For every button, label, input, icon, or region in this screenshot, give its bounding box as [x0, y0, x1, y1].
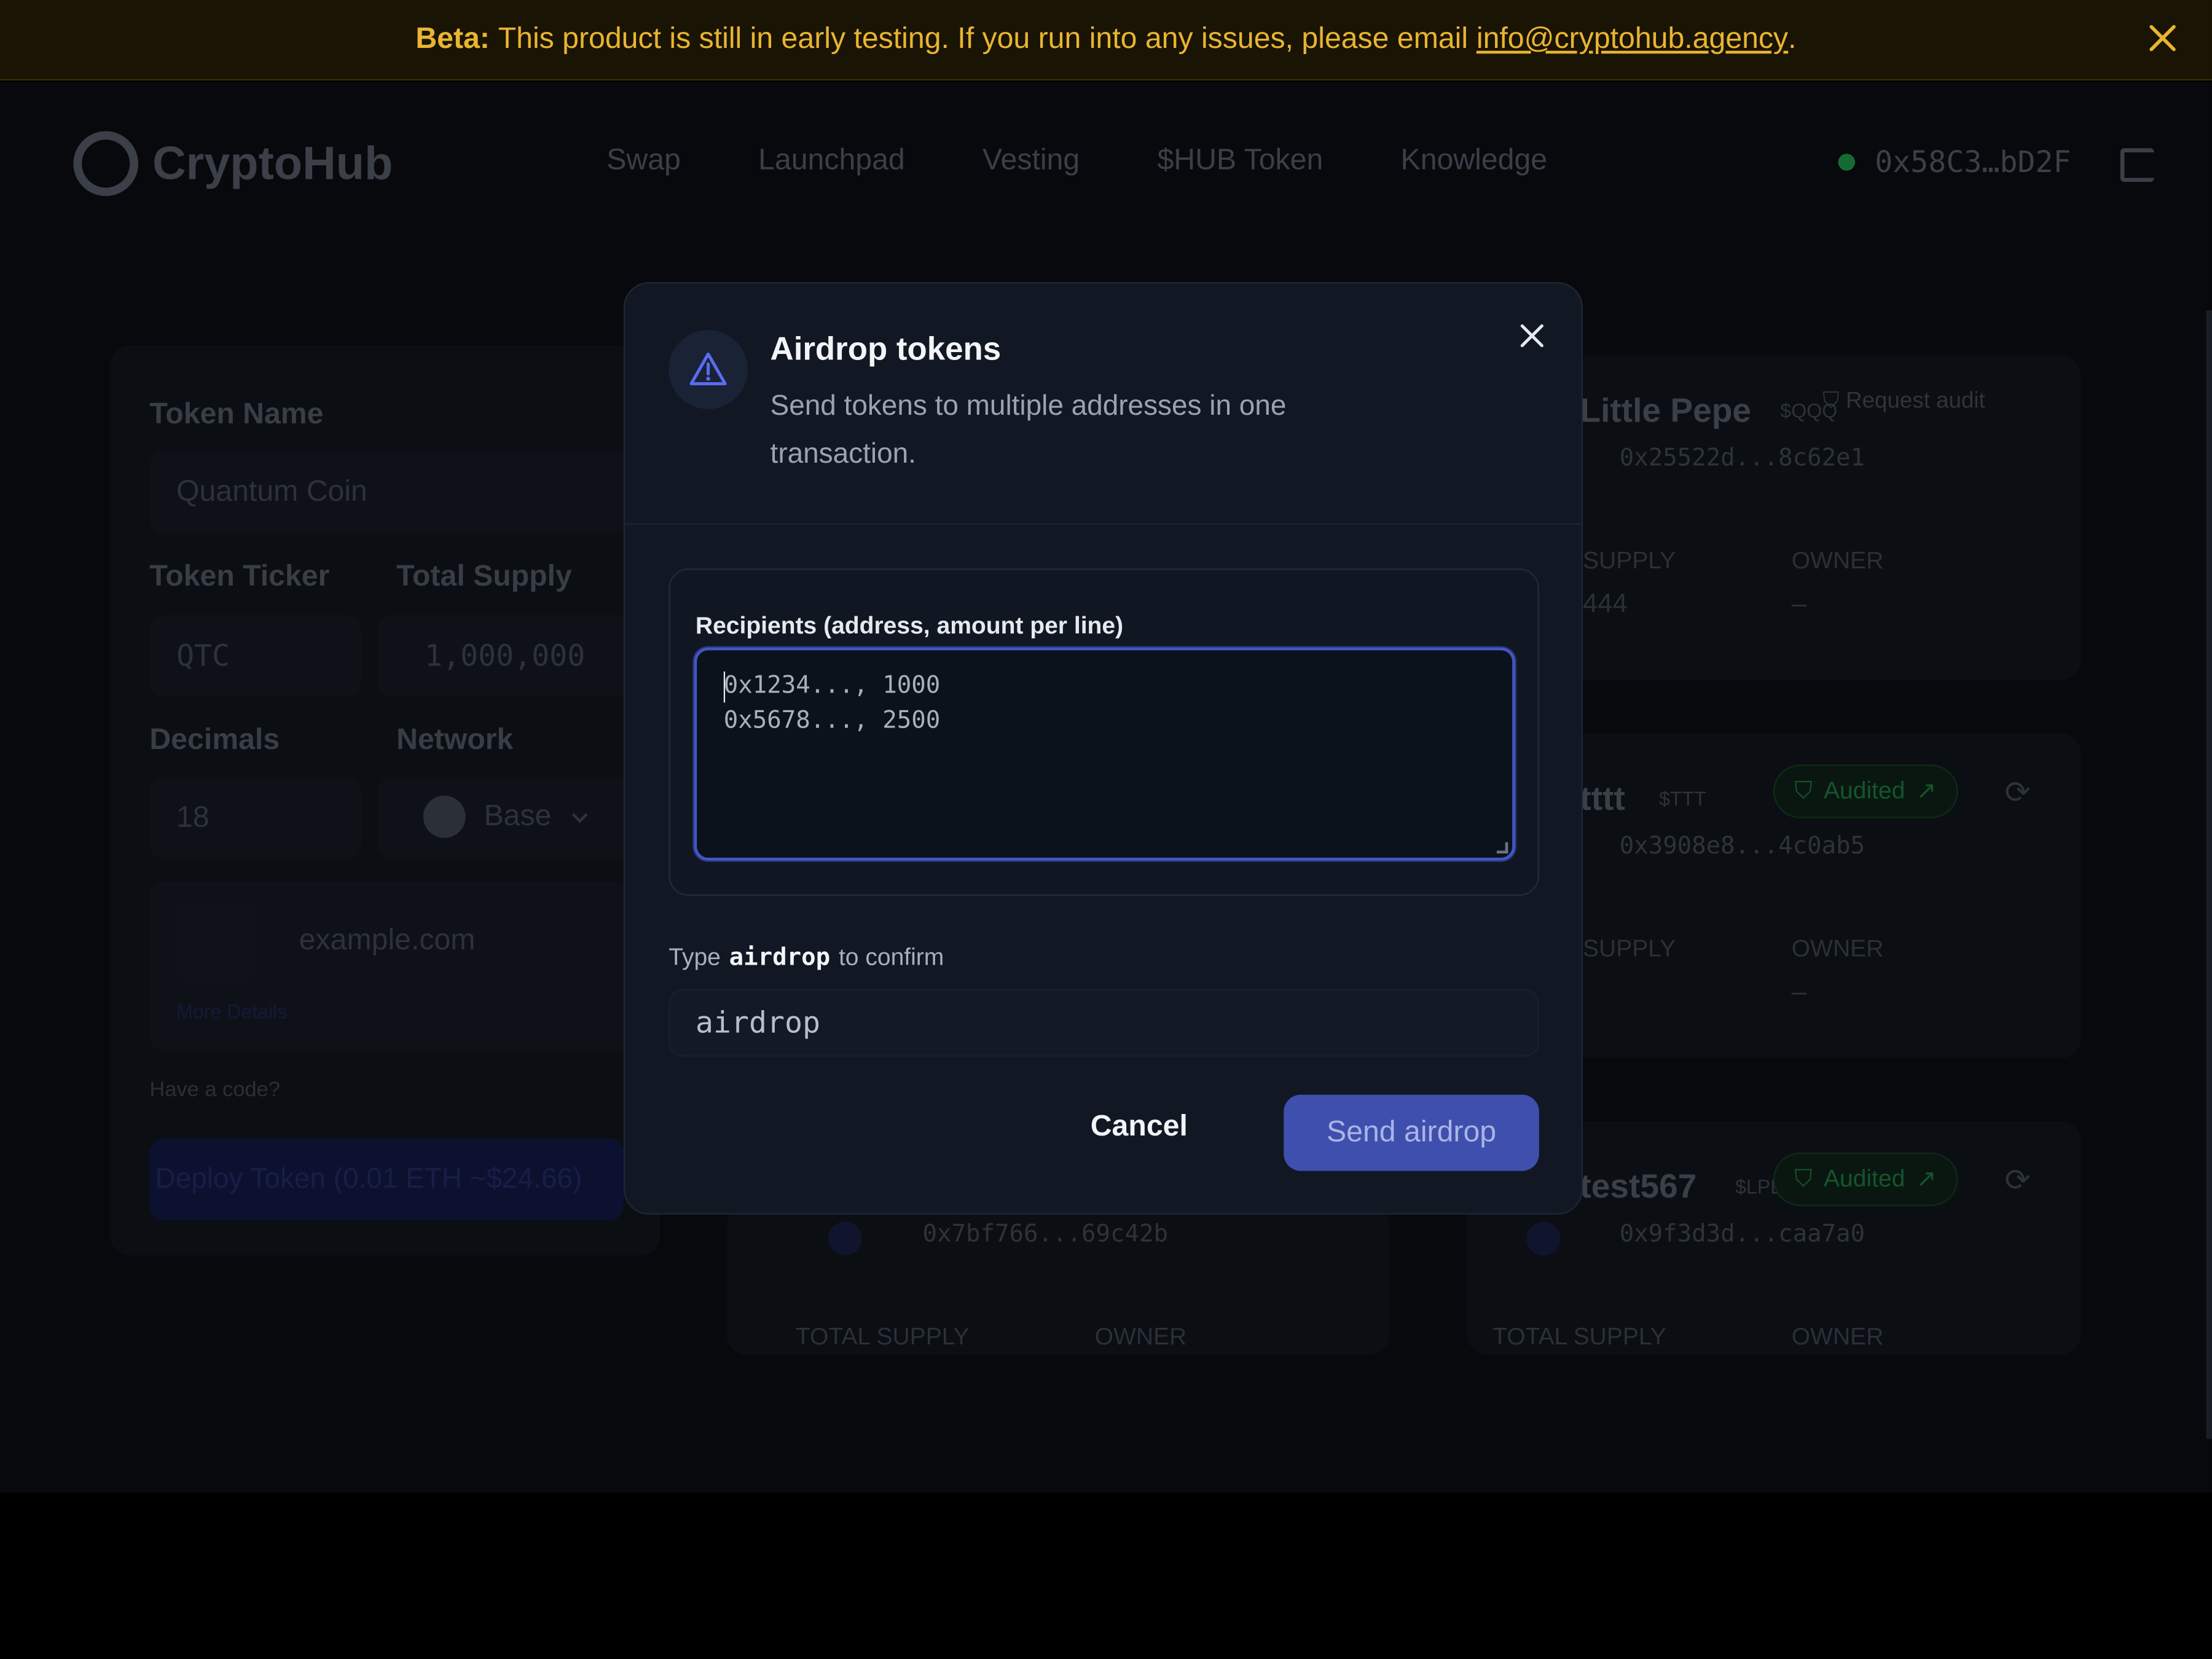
deploy-token-label: Deploy Token (0.01 ETH ~$24.66) — [155, 1164, 582, 1195]
audited-label: Audited — [1824, 1165, 1905, 1193]
token-address[interactable]: 0x9f3d3d...caa7a0 — [1620, 1220, 1865, 1249]
close-banner-icon[interactable] — [2144, 20, 2181, 57]
wallet-address-text: 0x58C3…bD2F — [1875, 145, 2071, 179]
owner-caption: OWNER — [1791, 547, 1884, 575]
airdrop-modal: Airdrop tokens Send tokens to multiple a… — [623, 282, 1583, 1215]
brand-name: CryptoHub — [152, 136, 393, 189]
recipient-line: 0x5678..., 2500 — [723, 707, 941, 735]
recipient-line: 0x1234..., 1000 — [723, 671, 941, 700]
close-modal-icon[interactable] — [1514, 318, 1551, 355]
supply-caption: TOTAL SUPPLY — [795, 1323, 970, 1351]
cancel-button[interactable]: Cancel — [1091, 1110, 1188, 1144]
token-address[interactable]: 0x3908e8...4c0ab5 — [1620, 833, 1865, 861]
owner-caption: OWNER — [1094, 1323, 1187, 1351]
nav-knowledge[interactable]: Knowledge — [1401, 144, 1548, 178]
token-address[interactable]: 0x25522d...8c62e1 — [1620, 444, 1865, 473]
beta-message-end: . — [1788, 22, 1797, 55]
network-label: Network — [396, 723, 514, 756]
confirm-input-value: airdrop — [695, 1005, 821, 1040]
brand-logo[interactable]: CryptoHub — [73, 131, 393, 197]
owner-value: – — [1791, 978, 1807, 1008]
refresh-icon[interactable]: ⟳ — [2004, 774, 2030, 811]
modal-title: Airdrop tokens — [770, 330, 1002, 367]
audited-label: Audited — [1824, 777, 1905, 804]
confirm-prefix: Type — [669, 943, 721, 971]
confirm-instruction: Type airdrop to confirm — [669, 944, 944, 972]
more-details-link[interactable]: More Details — [176, 1000, 287, 1023]
nav-hub-token[interactable]: $HUB Token — [1157, 144, 1323, 178]
owner-caption: OWNER — [1791, 1323, 1884, 1351]
owner-value: – — [1791, 589, 1807, 619]
confirm-input[interactable]: airdrop — [669, 989, 1539, 1057]
request-audit-button[interactable]: ⛉ Request audit — [1822, 390, 1985, 415]
nav-vesting[interactable]: Vesting — [982, 144, 1080, 178]
modal-header: Airdrop tokens Send tokens to multiple a… — [625, 283, 1582, 525]
send-airdrop-button[interactable]: Send airdrop — [1284, 1094, 1539, 1171]
confirm-keyword: airdrop — [729, 943, 831, 972]
warning-icon — [669, 330, 748, 409]
audited-badge[interactable]: ⛉ Audited ↗ — [1773, 1152, 1958, 1206]
supply-caption: SUPPLY — [1583, 547, 1676, 575]
supply-caption: SUPPLY — [1583, 935, 1676, 962]
connected-dot-icon — [1838, 154, 1856, 171]
token-address[interactable]: 0x7bf766...69c42b — [923, 1220, 1168, 1249]
nav-launchpad[interactable]: Launchpad — [758, 144, 905, 178]
ticker-value: QTC — [176, 639, 230, 673]
token-avatar-icon — [1526, 1222, 1561, 1256]
refresh-icon[interactable]: ⟳ — [2004, 1163, 2030, 1199]
globe-icon — [178, 903, 254, 979]
resize-handle-icon[interactable] — [1496, 842, 1508, 854]
supply-caption: TOTAL SUPPLY — [1492, 1323, 1666, 1351]
decimals-value: 18 — [176, 801, 210, 834]
network-value: Base — [484, 799, 552, 833]
decimals-label: Decimals — [149, 723, 280, 756]
nav-swap[interactable]: Swap — [606, 144, 681, 178]
recipients-label: Recipients (address, amount per line) — [695, 612, 1124, 640]
support-email-link[interactable]: info@cryptohub.agency — [1477, 23, 1788, 57]
main-nav: Swap Launchpad Vesting $HUB Token Knowle… — [606, 144, 1547, 178]
audited-badge[interactable]: ⛉ Audited ↗ — [1773, 764, 1958, 818]
token-name: Little Pepe — [1580, 392, 1752, 431]
ticker-label: Token Ticker — [149, 560, 330, 593]
have-code-link[interactable]: Have a code? — [149, 1078, 280, 1102]
request-audit-label: Request audit — [1846, 389, 1985, 414]
token-ticker: $TTT — [1658, 787, 1706, 810]
supply-value: 1,000,000 — [425, 639, 586, 673]
owner-caption: OWNER — [1791, 935, 1884, 962]
token-name: test567 — [1580, 1168, 1697, 1206]
beta-message: This product is still in early testing. … — [498, 22, 1469, 55]
recipients-textarea[interactable]: 0x1234..., 1000 0x5678..., 2500 — [694, 647, 1515, 861]
confirm-suffix: to confirm — [838, 943, 944, 971]
token-avatar-icon — [828, 1222, 862, 1256]
website-placeholder[interactable]: example.com — [299, 924, 476, 958]
logout-icon[interactable] — [2120, 148, 2154, 182]
base-network-icon — [423, 795, 466, 838]
token-name-value: Quantum Coin — [176, 475, 367, 508]
supply-label: Total Supply — [396, 560, 572, 593]
beta-banner: Beta: This product is still in early tes… — [0, 0, 2212, 80]
cryptohub-logo-icon — [73, 131, 138, 197]
supply-amount: 444 — [1583, 589, 1628, 619]
page-scrollbar[interactable] — [2206, 310, 2212, 1439]
recipients-section: Recipients (address, amount per line) 0x… — [669, 568, 1539, 896]
token-name: tttt — [1580, 780, 1625, 818]
wallet-address[interactable]: 0x58C3…bD2F — [1838, 145, 2071, 179]
beta-label: Beta: — [415, 22, 490, 55]
page-bottom — [0, 1492, 2212, 1659]
modal-subtitle: Send tokens to multiple addresses in one… — [770, 390, 1287, 470]
app-window: Beta: This product is still in early tes… — [0, 0, 2212, 1659]
token-name-label: Token Name — [149, 398, 324, 431]
chevron-down-icon — [571, 813, 588, 823]
